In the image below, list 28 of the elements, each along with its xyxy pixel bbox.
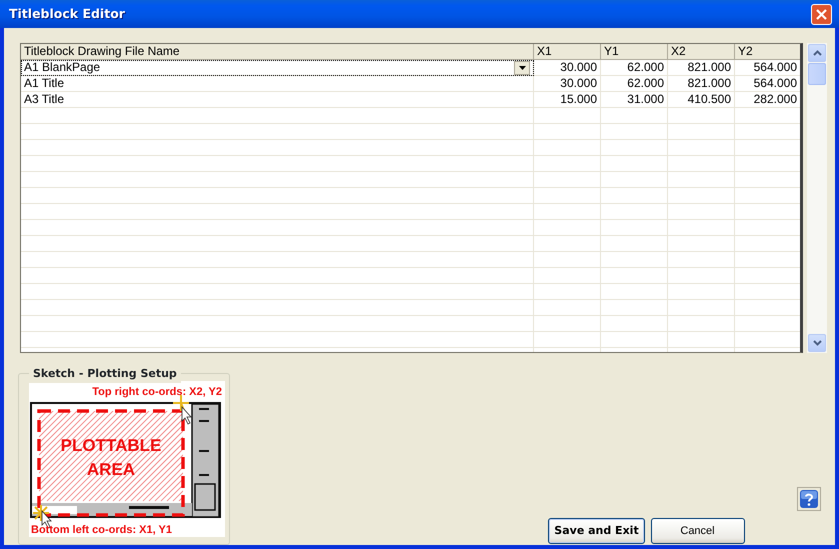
table-cell: 821.000 [668, 76, 735, 92]
cancel-button[interactable]: Cancel [650, 518, 744, 544]
table-cell: 564.000 [735, 60, 800, 76]
corner-label: Bottom left co-ords: X1, Y1 [31, 524, 172, 536]
panel-title: Sketch - Plotting Setup [29, 366, 181, 382]
table-cell: 62.000 [601, 60, 668, 76]
table-cell: 282.000 [735, 92, 800, 108]
column-header[interactable]: Y2 [735, 44, 800, 60]
table-cell: 30.000 [534, 76, 601, 92]
save-button[interactable]: Save and Exit [548, 518, 645, 544]
table-cell[interactable]: A3 Title [21, 92, 534, 108]
table-cell: 15.000 [534, 92, 601, 108]
table-cell[interactable]: A1 Title [21, 76, 534, 92]
table-cell: 62.000 [601, 76, 668, 92]
window-title: Titleblock Editor [9, 4, 125, 23]
column-header[interactable]: Titleblock Drawing File Name [21, 44, 534, 60]
area-label: AREA [86, 460, 136, 479]
table-cell: 564.000 [735, 76, 800, 92]
table-cell: 30.000 [534, 60, 601, 76]
column-header[interactable]: Y1 [601, 44, 668, 60]
table-cell[interactable]: A1 BlankPage [21, 60, 534, 76]
table-cell: 410.500 [668, 92, 735, 108]
column-header[interactable]: X1 [534, 44, 601, 60]
column-header[interactable]: X2 [668, 44, 735, 60]
corner-label: Top right co-ords: X2, Y2 [92, 386, 222, 398]
table-cell: 31.000 [601, 92, 668, 108]
table-cell: 821.000 [668, 60, 735, 76]
area-label: PLOTTABLE [60, 436, 162, 455]
